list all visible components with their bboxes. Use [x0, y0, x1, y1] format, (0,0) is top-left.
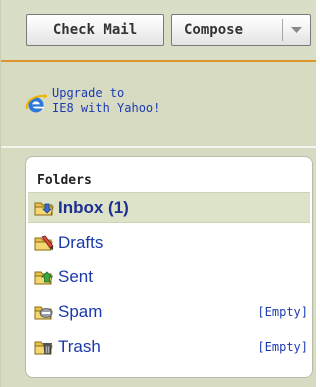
check-mail-button[interactable]: Check Mail: [26, 14, 164, 46]
folder-inbox[interactable]: Inbox (1): [28, 192, 310, 223]
compose-button[interactable]: Compose: [171, 14, 311, 46]
trash-icon: [34, 338, 54, 356]
toolbar-divider: [1, 60, 316, 62]
compose-dropdown-arrow-icon[interactable]: [283, 15, 310, 45]
check-mail-label: Check Mail: [52, 22, 138, 38]
internet-explorer-icon: [25, 92, 48, 116]
folder-inbox-label: Inbox (1): [58, 197, 129, 217]
folder-spam-label: Spam: [58, 301, 103, 321]
folder-sent-label: Sent: [58, 266, 93, 286]
folder-drafts[interactable]: Drafts: [28, 227, 310, 258]
spam-icon: [34, 303, 54, 321]
folder-spam[interactable]: Spam [Empty]: [28, 296, 310, 327]
folder-trash-label: Trash: [58, 336, 101, 356]
folders-panel: Folders Inbox (1) Drafts Sent Spam [Empt…: [25, 156, 313, 378]
promo-line-2: IE8 with Yahoo!: [52, 101, 161, 115]
drafts-icon: [34, 234, 54, 252]
mail-sidebar: Check Mail Compose Upgrade to IE8 with Y…: [0, 0, 316, 387]
ie8-upgrade-link[interactable]: Upgrade to IE8 with Yahoo!: [25, 86, 295, 126]
folder-drafts-label: Drafts: [58, 232, 104, 252]
folder-sent[interactable]: Sent: [28, 261, 310, 292]
sent-icon: [34, 268, 54, 286]
inbox-icon: [34, 199, 54, 217]
empty-spam-link[interactable]: [Empty]: [257, 305, 308, 319]
empty-spam-label: Empty: [264, 304, 301, 319]
promo-line-1: Upgrade to: [52, 86, 125, 100]
folders-heading: Folders: [37, 173, 92, 188]
promo-text: Upgrade to IE8 with Yahoo!: [52, 86, 160, 116]
folder-trash[interactable]: Trash [Empty]: [28, 331, 310, 362]
section-divider: [1, 146, 316, 148]
toolbar: Check Mail Compose: [1, 0, 316, 60]
compose-label: Compose: [184, 22, 244, 38]
empty-trash-label: Empty: [264, 339, 301, 354]
empty-trash-link[interactable]: [Empty]: [257, 340, 308, 354]
